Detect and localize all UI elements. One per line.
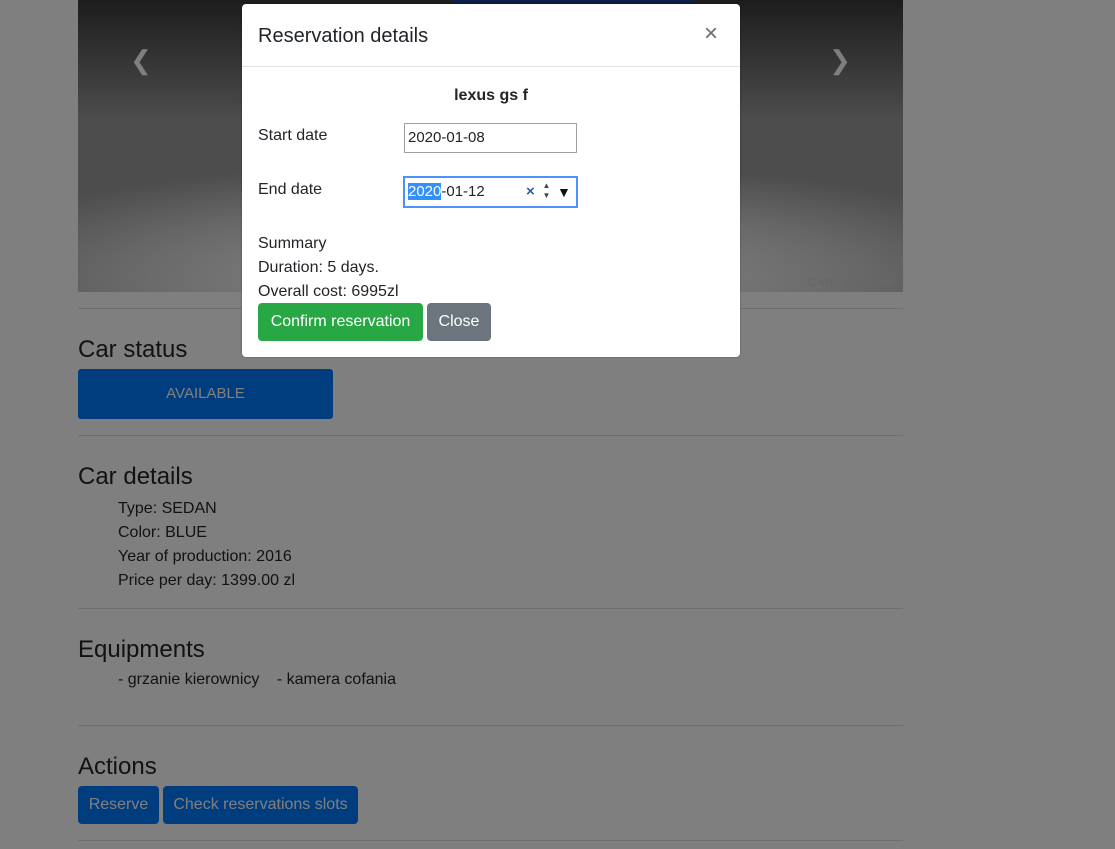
spinner-icon[interactable]: ▲ ▼: [542, 181, 551, 203]
end-date-value: 2020-01-12: [408, 178, 485, 206]
close-button[interactable]: Close: [427, 303, 491, 341]
reservation-modal: Reservation details × lexus gs f Start d…: [242, 4, 740, 357]
dropdown-icon[interactable]: ▼: [557, 178, 571, 206]
modal-title: Reservation details: [258, 25, 429, 47]
reservation-summary: Summary Duration: 5 days. Overall cost: …: [258, 232, 399, 304]
car-name: lexus gs f: [454, 87, 528, 104]
summary-cost: Overall cost: 6995zl: [258, 283, 399, 300]
end-date-year-selected: 2020: [408, 183, 442, 200]
start-date-input[interactable]: 2020-01-08: [404, 123, 577, 153]
clear-icon[interactable]: ×: [526, 178, 535, 206]
start-date-value: 2020-01-08: [408, 129, 485, 146]
start-date-label: Start date: [258, 127, 328, 144]
modal-header: Reservation details ×: [242, 4, 740, 67]
end-date-label: End date: [258, 181, 323, 198]
summary-title: Summary: [258, 235, 327, 252]
summary-duration: Duration: 5 days.: [258, 259, 379, 276]
confirm-reservation-button[interactable]: Confirm reservation: [258, 303, 423, 341]
end-date-input[interactable]: 2020-01-12 × ▲ ▼ ▼: [404, 177, 577, 207]
close-icon[interactable]: ×: [704, 22, 718, 46]
end-date-month-day: -01-12: [441, 183, 485, 200]
